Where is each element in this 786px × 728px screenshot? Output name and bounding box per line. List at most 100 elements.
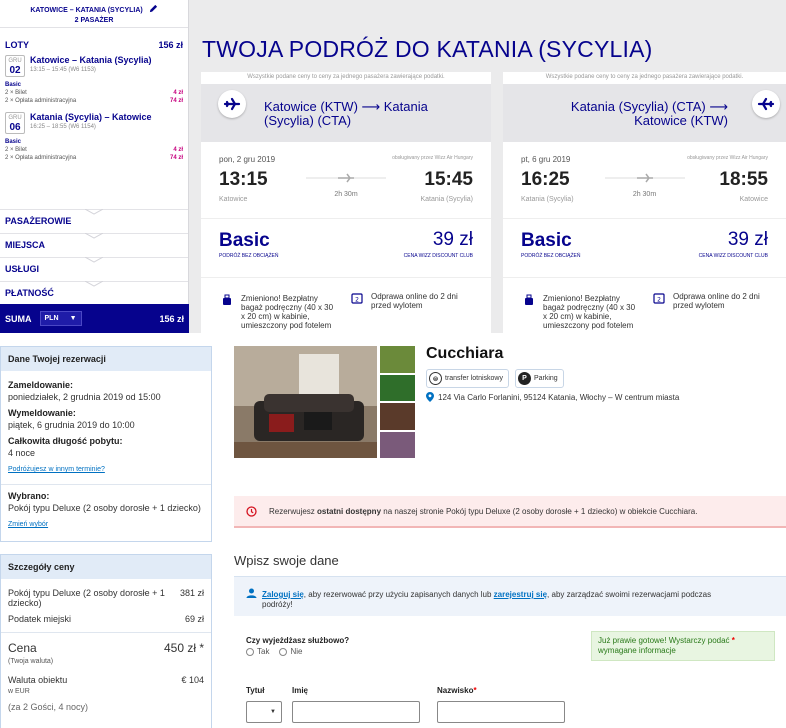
price-room-row: Pokój typu Deluxe (2 osoby dorosłe + 1 d… <box>8 588 204 608</box>
price-details-box: Szczegóły ceny Pokój typu Deluxe (2 osob… <box>0 554 212 728</box>
price-total-row: Cena (Twoja waluta) 450 zł * <box>8 641 204 665</box>
leg-time: 16:25 – 18:55 (W6 1154) <box>30 124 96 130</box>
feature-baggage: Zmieniono! Bezpłatny bagaż podręczny (40 … <box>543 294 636 330</box>
card-route-line1: Katowice (KTW) ⟶ Katania <box>264 99 428 114</box>
stay-length-value: 4 noce <box>8 448 36 458</box>
hotel-main-photo[interactable] <box>234 346 377 458</box>
reservation-details-title: Dane Twojej rezerwacji <box>1 347 211 371</box>
clock-alert-icon <box>246 505 257 517</box>
flight-card-outbound: Wszystkie podane ceny to ceny za jednego… <box>201 72 491 333</box>
form-title: Wpisz swoje dane <box>234 553 339 568</box>
arrival-time: 15:45 <box>424 169 473 190</box>
thumbnail[interactable] <box>380 431 415 458</box>
feature-checkin: Odprawa online do 2 dni przed wylotem <box>673 292 760 310</box>
register-link[interactable]: zarejestruj się <box>494 590 547 599</box>
chevron-icon <box>85 233 103 239</box>
caret-down-icon: ▼ <box>69 315 77 322</box>
bag-icon <box>525 294 533 305</box>
plane-icon <box>218 90 246 118</box>
login-prompt: Zaloguj się, aby rezerwować przy użyciu … <box>234 576 786 616</box>
price-details-title: Szczegóły ceny <box>1 555 211 579</box>
section-passengers[interactable]: PASAŻEROWIE <box>0 209 188 233</box>
leg-fare: Basic <box>5 82 22 88</box>
thumbnail[interactable] <box>380 403 415 430</box>
passengers-count: 2 PASAŻER <box>74 17 114 24</box>
change-dates-link[interactable]: Podróżujesz w innym terminie? <box>8 466 105 473</box>
user-icon <box>246 588 257 598</box>
card-route-line2: (Sycylia) (CTA) <box>264 113 352 128</box>
arrival-time: 18:55 <box>719 169 768 190</box>
calendar-icon: 2 <box>351 293 363 304</box>
departure-place: Katowice <box>219 196 248 203</box>
chevron-icon <box>85 281 103 287</box>
flight-card-return: Wszystkie podane ceny to ceny za jednego… <box>503 72 786 333</box>
leg-line-ticket: 2 × Bilet 4 zł <box>5 147 183 153</box>
pencil-icon[interactable] <box>149 4 158 13</box>
hotel-address: 124 Via Carlo Forlanini, 95124 Katania, … <box>426 392 679 402</box>
leg-date-badge: GRU 02 <box>5 55 25 77</box>
checkin-label: Zameldowanie: <box>8 380 74 390</box>
thumbnail[interactable] <box>380 346 415 373</box>
currency-select[interactable]: PLN ▼ <box>39 311 82 326</box>
thumbnail[interactable] <box>380 374 415 401</box>
last-room-alert: Rezerwujesz ostatni dostępny na naszej s… <box>234 496 786 528</box>
operator: obsługiwany przez Wizz Air Hungary <box>392 155 473 161</box>
card-header: Katowice (KTW) ⟶ Katania (Sycylia) (CTA) <box>201 84 491 142</box>
login-link[interactable]: Zaloguj się <box>262 590 304 599</box>
plane-icon <box>752 90 780 118</box>
flights-summary-row: LOTY 156 zł <box>0 28 188 52</box>
card-header: Katania (Sycylia) (CTA) ⟶ Katowice (KTW) <box>503 84 786 142</box>
reservation-details-box: Dane Twojej rezerwacji Zameldowanie: pon… <box>0 346 212 542</box>
business-trip-question: Czy wyjeżdżasz służbowo? <box>246 636 350 645</box>
change-selection-link[interactable]: Zmień wybór <box>8 521 48 528</box>
flight-date: pt, 6 gru 2019 <box>521 155 571 164</box>
leg-date-badge: GRU 06 <box>5 112 25 134</box>
plane-line-icon <box>306 173 386 183</box>
chevron-icon <box>85 257 103 263</box>
caret-down-icon: ▼ <box>270 709 276 715</box>
plane-line-icon <box>604 173 685 183</box>
sidebar-route-header[interactable]: KATOWICE – KATANIA (SYCYLIA) 2 PASAŻER <box>0 0 188 28</box>
selected-label: Wybrano: <box>8 491 50 501</box>
leg-line-fee: 2 × Opłata administracyjna 74 zł <box>5 155 183 161</box>
business-yes-option[interactable]: Tak <box>246 647 269 656</box>
departure-place: Katania (Sycylia) <box>521 196 574 203</box>
svg-text:2: 2 <box>355 297 359 304</box>
page-title: TWOJA PODRÓŻ DO KATANIA (SYCYLIA) <box>202 36 653 62</box>
section-seats[interactable]: MIEJSCA <box>0 233 188 257</box>
radio-button[interactable] <box>246 647 254 656</box>
badge-airport-transfer: ⊜ transfer lotniskowy <box>426 369 509 388</box>
price-local-row: Waluta obiektu w EUR € 104 <box>8 675 204 695</box>
flights-total: 156 zł <box>158 39 183 50</box>
leg-fare: Basic <box>5 139 22 145</box>
radio-button[interactable] <box>279 647 288 656</box>
section-services[interactable]: USŁUGI <box>0 257 188 281</box>
bag-icon <box>223 294 231 305</box>
parking-icon: P <box>517 372 531 385</box>
leg-return: GRU 06 Katania (Sycylia) – Katowice 16:2… <box>0 105 188 162</box>
price-notice: Wszystkie podane ceny to ceny za jednego… <box>545 74 744 80</box>
svg-text:2: 2 <box>657 297 661 304</box>
checkout-label: Wymeldowanie: <box>8 408 76 418</box>
leg-route: Katowice – Katania (Sycylia) <box>30 55 152 65</box>
title-select[interactable]: ▼ <box>246 701 282 723</box>
title-label: Tytuł <box>246 686 265 695</box>
last-name-input[interactable] <box>437 701 565 723</box>
departure-time: 16:25 <box>521 169 570 190</box>
total-amount: 156 zł <box>159 313 184 324</box>
last-name-label: Nazwisko* <box>437 686 477 695</box>
fare-name: Basic <box>521 230 572 251</box>
chevron-icon <box>85 209 103 215</box>
arrival-place: Katowice <box>739 196 768 203</box>
leg-time: 13:15 – 15:45 (W6 1153) <box>30 67 96 73</box>
first-name-input[interactable] <box>292 701 420 723</box>
total-bar: SUMA PLN ▼ 156 zł <box>0 304 189 333</box>
business-no-option[interactable]: Nie <box>279 647 302 656</box>
guests-note: (za 2 Gości, 4 nocy) <box>8 702 89 712</box>
fare-name: Basic <box>219 230 270 251</box>
fare-price: 39 zł <box>727 229 768 250</box>
hotel-thumbnails[interactable] <box>380 346 415 458</box>
section-payment[interactable]: PŁATNOŚĆ <box>0 281 188 305</box>
operator: obsługiwany przez Wizz Air Hungary <box>687 155 768 161</box>
feature-checkin: Odprawa online do 2 dni przed wylotem <box>371 292 458 310</box>
